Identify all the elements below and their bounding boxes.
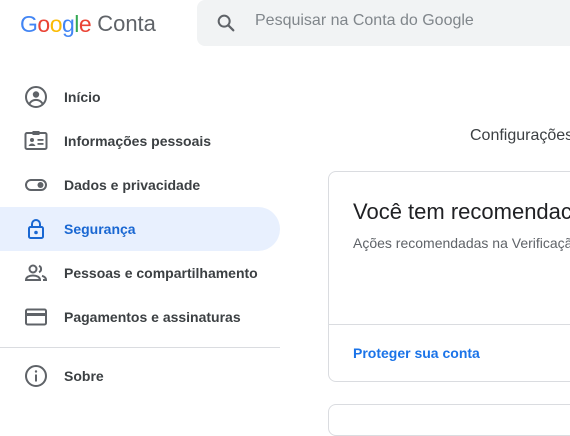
logo-letter: o [49, 10, 63, 37]
sidebar-item-label: Sobre [64, 368, 104, 384]
sidebar-item-data-privacy[interactable]: Dados e privacidade [0, 163, 280, 207]
info-icon [25, 365, 47, 387]
logo-suffix: Conta [97, 11, 156, 36]
lock-icon [28, 219, 44, 239]
protect-account-link[interactable]: Proteger sua conta [353, 345, 480, 361]
sidebar-item-label: Pagamentos e assinaturas [64, 309, 241, 325]
logo-letter: o [37, 10, 50, 37]
section-heading: Configurações [470, 127, 570, 144]
google-wordmark: Google [20, 10, 92, 38]
sidebar-item-personal-info[interactable]: Informações pessoais [0, 119, 280, 163]
sidebar-item-security[interactable]: Segurança [0, 207, 280, 251]
search-icon[interactable] [215, 12, 237, 34]
toggle-icon [25, 179, 47, 191]
sidebar-item-payments[interactable]: Pagamentos e assinaturas [0, 295, 280, 339]
search-placeholder[interactable]: Pesquisar na Conta do Google [255, 12, 474, 30]
sidebar-item-label: Segurança [64, 221, 136, 237]
credit-card-icon [25, 308, 47, 326]
google-account-logo[interactable]: Google Conta [20, 10, 156, 38]
sidebar-item-inicio[interactable]: Início [0, 75, 280, 119]
sidebar-nav: Início Informações pessoais Dados e priv… [0, 75, 280, 398]
card-divider [329, 324, 570, 325]
card-subtitle: Ações recomendadas na Verificaçã [353, 235, 570, 251]
logo-letter: G [20, 10, 38, 37]
sidebar-item-label: Pessoas e compartilhamento [64, 265, 258, 281]
sidebar-item-label: Dados e privacidade [64, 177, 201, 193]
sidebar-item-people-sharing[interactable]: Pessoas e compartilhamento [0, 251, 280, 295]
people-icon [24, 264, 48, 281]
recommendations-card: Você tem recomendac Ações recomendadas n… [328, 171, 570, 382]
sidebar-item-about[interactable]: Sobre [0, 354, 280, 398]
account-circle-icon [25, 86, 47, 108]
sidebar-item-label: Informações pessoais [64, 133, 212, 149]
card-title: Você tem recomendac [353, 199, 570, 224]
sidebar-item-label: Início [64, 89, 101, 105]
logo-letter: g [61, 10, 75, 37]
id-card-icon [24, 131, 48, 150]
sidebar-divider [0, 347, 280, 348]
logo-letter: e [78, 10, 92, 37]
search-bar[interactable]: Pesquisar na Conta do Google [197, 0, 570, 46]
